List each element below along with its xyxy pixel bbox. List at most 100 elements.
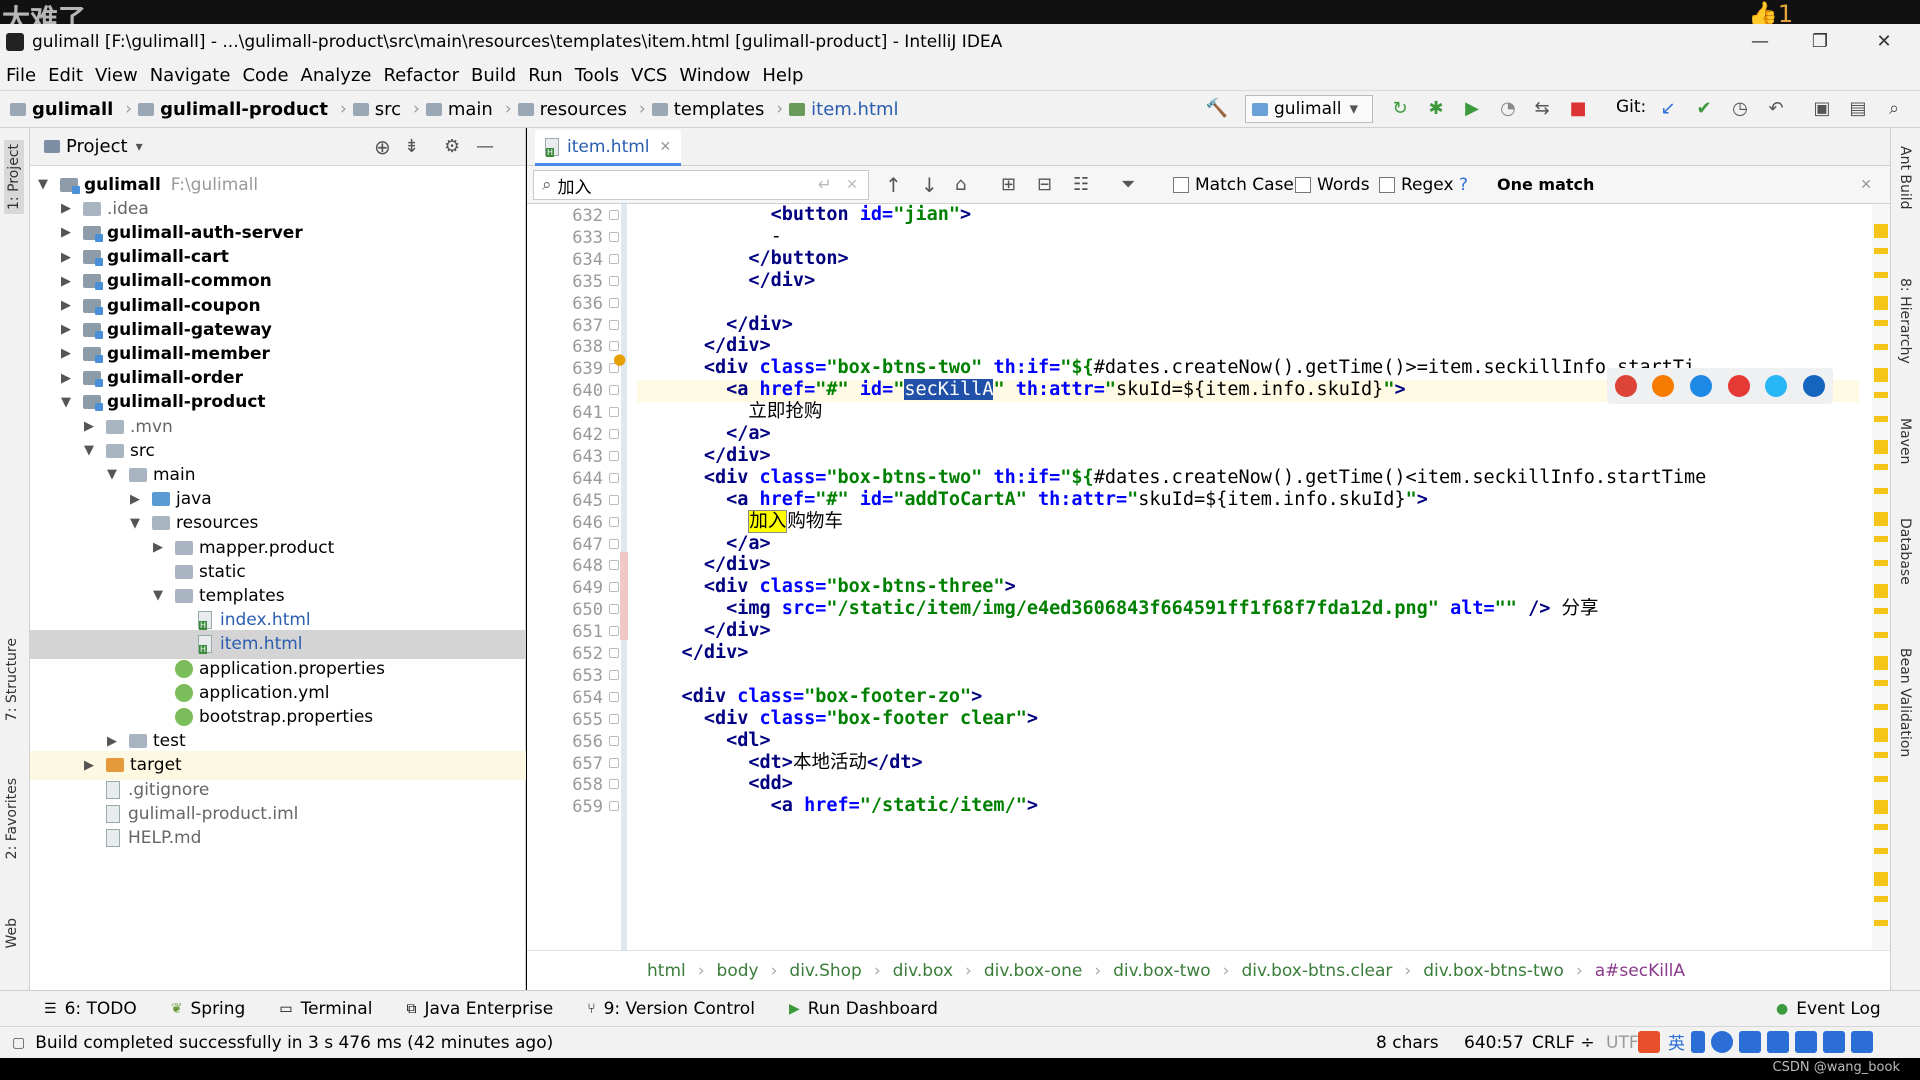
voice-icon[interactable] (1739, 1030, 1761, 1053)
fold-marker-icon[interactable] (609, 801, 619, 812)
chevron-down-icon[interactable]: ▾ (136, 139, 143, 155)
chevron-right-icon[interactable]: ▶ (59, 371, 73, 386)
regex-checkbox[interactable]: Regex (1379, 175, 1454, 195)
prev-match-icon[interactable]: ↑ (885, 173, 902, 197)
intention-bulb-icon[interactable]: ● (613, 350, 626, 368)
gear-icon[interactable]: ⚙ (444, 136, 460, 157)
git-rollback-icon[interactable]: ↶ (1764, 97, 1788, 121)
line-separator[interactable]: CRLF ÷ (1532, 1033, 1595, 1053)
grid-icon[interactable] (1851, 1030, 1873, 1053)
stripe-mark[interactable] (1874, 872, 1888, 886)
tool-tab-maven[interactable]: Maven (1897, 418, 1913, 464)
stripe-mark[interactable] (1874, 320, 1888, 326)
fold-marker-icon[interactable] (609, 472, 619, 483)
fold-marker-icon[interactable] (609, 429, 619, 439)
tool-window-terminal[interactable]: ▭ Terminal (279, 999, 372, 1019)
punctuation-icon[interactable] (1691, 1030, 1705, 1053)
stripe-mark[interactable] (1874, 656, 1888, 670)
close-find-icon[interactable]: ✕ (1860, 177, 1872, 193)
stripe-mark[interactable] (1874, 344, 1888, 350)
locate-icon[interactable]: ⊕ (374, 135, 391, 159)
rerun-icon[interactable]: ↻ (1388, 97, 1412, 121)
toolbox-icon[interactable] (1823, 1030, 1845, 1053)
tool-window-event-log[interactable]: ● Event Log (1776, 999, 1881, 1019)
run-config-select[interactable]: gulimall ▾ (1245, 95, 1373, 123)
emoji-icon[interactable] (1711, 1030, 1733, 1053)
tool-window-todo[interactable]: ☰ 6: TODO (44, 999, 137, 1019)
fold-marker-icon[interactable] (609, 319, 619, 330)
chrome-icon[interactable] (1614, 375, 1637, 397)
tool-tab-favorites[interactable]: 2: Favorites (4, 778, 20, 859)
find-all-icon[interactable]: ⌂ (955, 174, 966, 195)
firefox-icon[interactable] (1652, 375, 1675, 397)
chevron-down-icon[interactable]: ▼ (36, 177, 50, 192)
chevron-right-icon[interactable]: ▶ (128, 492, 142, 507)
tool-tab-web[interactable]: Web (4, 918, 20, 949)
tool-tab-database[interactable]: Database (1897, 518, 1913, 585)
fold-marker-icon[interactable] (609, 275, 619, 286)
project-structure-icon[interactable]: ▣ (1810, 97, 1834, 121)
close-tab-icon[interactable]: ✕ (660, 139, 672, 155)
tool-tab-bean-validation[interactable]: Bean Validation (1897, 648, 1913, 757)
debug-icon[interactable]: ✱ (1424, 97, 1448, 121)
chevron-right-icon[interactable]: ▶ (59, 298, 73, 313)
chevron-down-icon[interactable]: ▼ (82, 443, 96, 458)
sogou-icon[interactable] (1638, 1030, 1660, 1053)
stripe-mark[interactable] (1874, 800, 1888, 814)
ie-icon[interactable] (1765, 375, 1788, 397)
safari-icon[interactable] (1690, 375, 1713, 397)
fold-marker-icon[interactable] (609, 253, 619, 264)
chevron-right-icon[interactable]: ▶ (59, 274, 73, 289)
stripe-mark[interactable] (1874, 848, 1888, 854)
profile-icon[interactable]: ◔ (1496, 97, 1520, 121)
tool-tab-project[interactable]: 1: Project (4, 140, 24, 214)
fold-marker-icon[interactable] (609, 297, 619, 308)
chevron-down-icon[interactable]: ▼ (128, 516, 142, 531)
remove-occurrence-icon[interactable]: ⊟ (1037, 174, 1052, 195)
fold-marker-icon[interactable] (609, 713, 619, 724)
chevron-right-icon[interactable]: ▶ (151, 540, 165, 555)
menu-vcs[interactable]: VCS (631, 65, 667, 86)
chevron-right-icon[interactable]: ▶ (59, 250, 73, 265)
stripe-mark[interactable] (1874, 440, 1888, 454)
edge-icon[interactable] (1803, 375, 1826, 397)
add-occurrence-icon[interactable]: ⊞ (1001, 174, 1016, 195)
tool-tab-ant-build[interactable]: Ant Build (1897, 146, 1913, 210)
stripe-mark[interactable] (1874, 272, 1888, 278)
tool-tab-structure[interactable]: 7: Structure (4, 638, 20, 721)
breadcrumb-item[interactable]: div.Shop (789, 961, 861, 981)
breadcrumb-item[interactable]: div.box-btns-two (1423, 961, 1564, 981)
fold-marker-icon[interactable] (609, 757, 619, 768)
opera-icon[interactable] (1727, 375, 1750, 397)
fold-marker-icon[interactable] (609, 691, 619, 702)
chevron-right-icon[interactable]: ▶ (59, 346, 73, 361)
match-case-checkbox[interactable]: Match Case (1173, 175, 1294, 195)
breadcrumb-item[interactable]: div.box-two (1113, 961, 1211, 981)
stripe-mark[interactable] (1874, 368, 1888, 382)
select-all-occurrences-icon[interactable]: ☷ (1073, 174, 1089, 195)
fold-marker-icon[interactable] (609, 407, 619, 418)
update-icon[interactable]: ⇆ (1530, 97, 1554, 121)
menu-refactor[interactable]: Refactor (383, 65, 459, 86)
menu-help[interactable]: Help (762, 65, 803, 86)
stripe-mark[interactable] (1874, 488, 1888, 494)
coverage-icon[interactable]: ▶ (1460, 97, 1484, 121)
menu-window[interactable]: Window (679, 65, 750, 86)
fold-marker-icon[interactable] (609, 516, 619, 527)
stripe-mark[interactable] (1874, 296, 1888, 310)
next-match-icon[interactable]: ↓ (921, 173, 938, 197)
fold-marker-icon[interactable] (609, 604, 619, 615)
git-update-icon[interactable]: ↙ (1656, 97, 1680, 121)
collapse-all-icon[interactable]: ⇟ (404, 136, 419, 157)
nav-crumb-src[interactable]: src (352, 99, 401, 120)
menu-build[interactable]: Build (471, 65, 516, 86)
stripe-mark[interactable] (1874, 608, 1888, 614)
build-hammer-icon[interactable]: 🔨 (1205, 97, 1229, 121)
filter-icon[interactable]: ⏷ (1121, 174, 1135, 195)
project-view-select[interactable]: Project (66, 136, 128, 157)
chevron-right-icon[interactable]: ▶ (59, 322, 73, 337)
nav-crumb-resources[interactable]: resources (517, 99, 627, 120)
fold-marker-icon[interactable] (609, 538, 619, 549)
chevron-down-icon[interactable]: ▼ (151, 588, 165, 603)
restore-icon[interactable]: ❐ (1790, 24, 1850, 60)
